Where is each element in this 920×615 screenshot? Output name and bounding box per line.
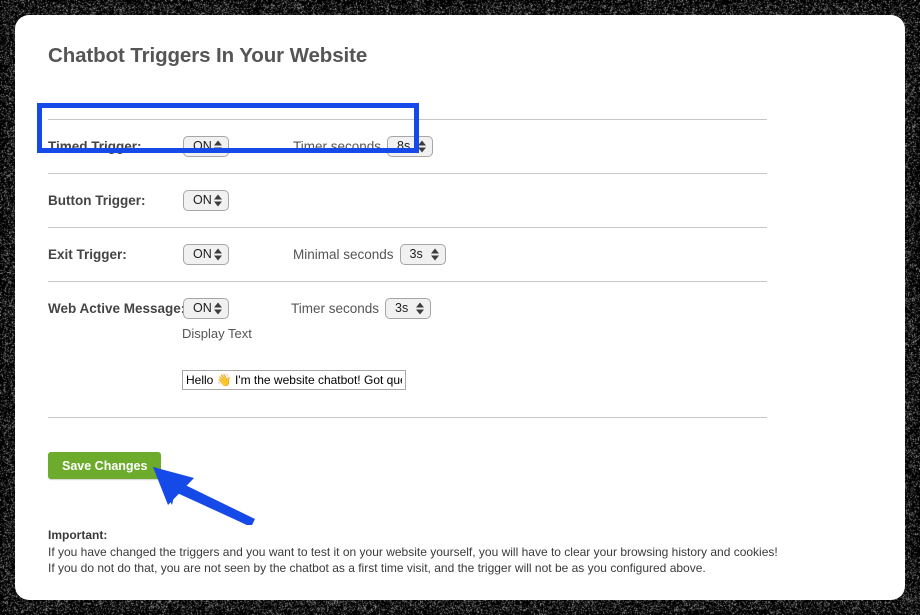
- trigger-label-button: Button Trigger:: [48, 193, 183, 208]
- important-note: Important: If you have changed the trigg…: [48, 528, 808, 576]
- chevron-updown-icon: [214, 139, 222, 154]
- important-heading: Important:: [48, 528, 808, 542]
- timed-trigger-seconds-value: 8s: [397, 137, 410, 156]
- web-active-message-seconds-value: 3s: [395, 299, 408, 318]
- settings-card: Chatbot Triggers In Your Website Timed T…: [15, 15, 905, 600]
- save-changes-button[interactable]: Save Changes: [48, 452, 161, 479]
- button-trigger-state-select[interactable]: ON: [183, 190, 229, 211]
- chevron-updown-icon: [214, 193, 222, 208]
- web-active-message-seconds-select[interactable]: 3s: [385, 298, 431, 319]
- exit-trigger-seconds-select[interactable]: 3s: [400, 244, 446, 265]
- exit-trigger-seconds-label: Minimal seconds: [293, 247, 394, 262]
- page-title: Chatbot Triggers In Your Website: [48, 44, 367, 68]
- exit-trigger-state-value: ON: [193, 245, 212, 264]
- exit-trigger-state-select[interactable]: ON: [183, 244, 229, 265]
- trigger-label-timed: Timed Trigger:: [48, 139, 183, 154]
- important-line-2: If you do not do that, you are not seen …: [48, 560, 808, 576]
- web-active-message-state-select[interactable]: ON: [183, 298, 229, 319]
- settings-card-inner: Chatbot Triggers In Your Website Timed T…: [15, 15, 905, 600]
- chevron-updown-icon: [214, 247, 222, 262]
- display-text-input[interactable]: [182, 370, 406, 390]
- web-active-message-state-value: ON: [193, 299, 212, 318]
- button-trigger-state-value: ON: [193, 191, 212, 210]
- timed-trigger-state-select[interactable]: ON: [183, 136, 229, 157]
- timed-trigger-state-value: ON: [193, 137, 212, 156]
- chevron-updown-icon: [416, 301, 424, 316]
- important-line-1: If you have changed the triggers and you…: [48, 544, 808, 560]
- divider-above-save: [48, 417, 767, 418]
- web-active-message-seconds-label: Timer seconds: [291, 301, 379, 316]
- trigger-label-exit: Exit Trigger:: [48, 247, 183, 262]
- exit-trigger-seconds-value: 3s: [410, 245, 423, 264]
- timed-trigger-seconds-label: Timer seconds: [293, 139, 381, 154]
- chevron-updown-icon: [431, 247, 439, 262]
- display-text-label: Display Text: [182, 326, 252, 341]
- trigger-row-button: Button Trigger: ON: [48, 173, 788, 227]
- trigger-row-web-active-message: Web Active Message: ON Timer seconds 3s: [48, 281, 788, 335]
- chevron-updown-icon: [214, 301, 222, 316]
- screenshot-frame: Chatbot Triggers In Your Website Timed T…: [0, 0, 920, 615]
- chevron-updown-icon: [418, 139, 426, 154]
- trigger-row-timed: Timed Trigger: ON Timer seconds 8s: [48, 119, 788, 173]
- trigger-row-exit: Exit Trigger: ON Minimal seconds 3s: [48, 227, 788, 281]
- timed-trigger-seconds-select[interactable]: 8s: [387, 136, 433, 157]
- trigger-label-web-active-message: Web Active Message:: [48, 301, 183, 316]
